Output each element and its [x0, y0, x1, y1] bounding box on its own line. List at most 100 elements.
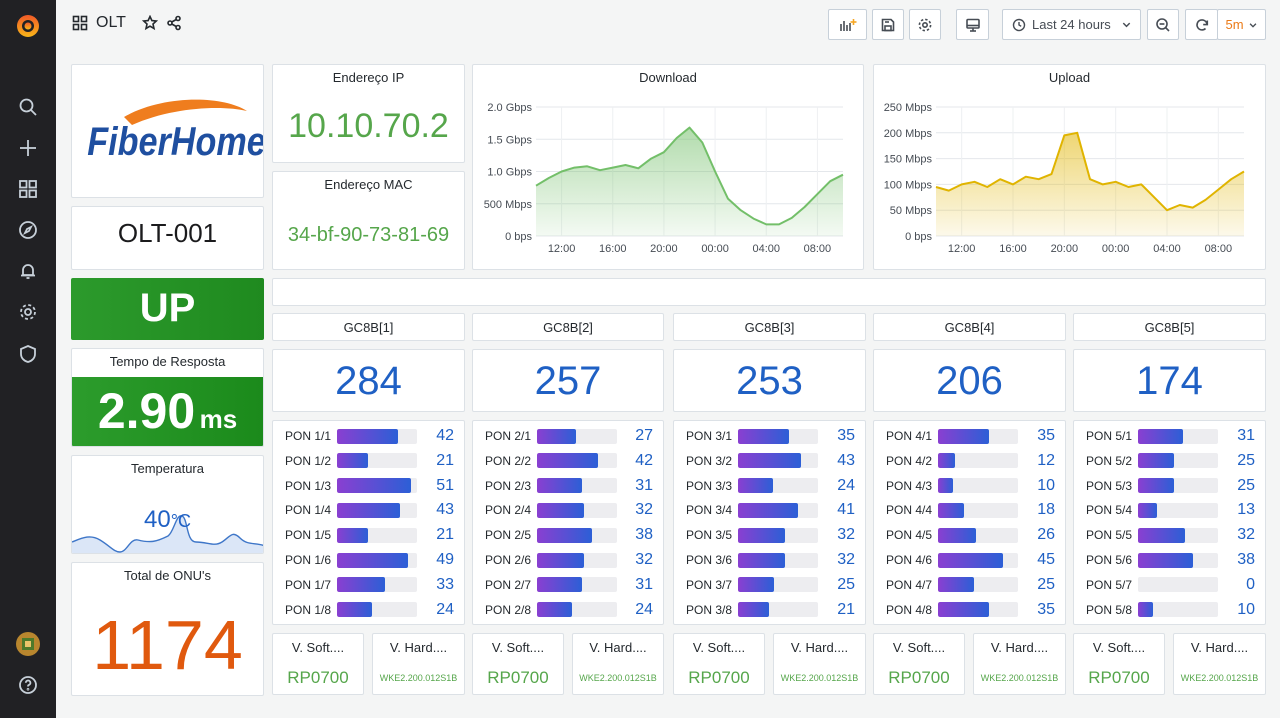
hardware-version-value: WKE2.200.012S1B — [379, 673, 458, 683]
pon-label: PON 5/2 — [1086, 453, 1133, 468]
total-onu-panel: Total de ONU's 1174 — [71, 562, 264, 696]
pon-label: PON 3/6 — [686, 553, 733, 567]
pon-bar — [1138, 602, 1218, 618]
help-icon[interactable] — [16, 673, 40, 697]
hardware-version-title: V. Hard.... — [990, 640, 1049, 655]
pon-value: 35 — [1037, 427, 1055, 444]
pon-label: PON 4/2 — [886, 453, 933, 468]
pon-row: PON 5/8 10 — [1086, 600, 1255, 620]
pon-bar-fill — [938, 602, 989, 618]
dashboard-title[interactable]: OLT — [96, 14, 126, 32]
pon-bar-fill — [738, 428, 789, 444]
pon-bar — [738, 428, 818, 444]
software-version-title: V. Soft.... — [291, 640, 345, 655]
pon-value: 21 — [837, 600, 855, 618]
response-time-unit: ms — [199, 404, 238, 434]
pon-value: 41 — [837, 501, 855, 519]
pon-label: PON 1/1 — [285, 429, 332, 443]
pon-bar — [537, 527, 617, 543]
refresh-interval-picker[interactable]: 5m — [1217, 9, 1266, 40]
y-tick-label: 500 Mbps — [484, 199, 533, 211]
pon-value: 10 — [1037, 476, 1055, 494]
pon-bar — [1138, 527, 1218, 543]
zoom-out-button[interactable] — [1147, 9, 1179, 40]
avatar-icon[interactable] — [16, 632, 40, 656]
pon-value: 35 — [1037, 600, 1055, 618]
temperature-unit: °C — [170, 511, 191, 531]
pon-bar-fill — [738, 602, 769, 618]
time-range-picker[interactable]: Last 24 hours — [1002, 9, 1141, 40]
pon-bar-fill — [537, 577, 583, 593]
pon-bar — [1138, 577, 1218, 593]
dashboard-settings-button[interactable] — [909, 9, 941, 40]
pon-bar-fill — [938, 502, 965, 518]
pon-value: 0 — [1246, 575, 1255, 593]
pon-bar — [537, 552, 617, 568]
pon-value: 25 — [1237, 476, 1255, 494]
y-tick-label: 0 bps — [905, 231, 932, 243]
refresh-icon — [1195, 18, 1208, 31]
board-total-panel: 257 — [472, 349, 664, 412]
board-pon-panel: PON 2/1 27 PON 2/2 42 PON 2/3 31 PON 2/4… — [472, 420, 664, 625]
hardware-version-title: V. Hard.... — [389, 640, 448, 655]
pon-bar — [337, 502, 417, 518]
share-icon[interactable] — [166, 15, 182, 31]
star-icon[interactable] — [141, 15, 158, 31]
save-icon — [881, 18, 895, 31]
plus-icon[interactable] — [16, 136, 40, 160]
pon-row: PON 1/4 43 — [285, 500, 454, 520]
pon-label: PON 1/6 — [285, 553, 332, 567]
software-version-panel: V. Soft.... RP0700 — [472, 633, 564, 695]
pon-bar-fill — [938, 428, 989, 444]
refresh-button[interactable] — [1185, 9, 1218, 40]
hardware-version-title: V. Hard.... — [1190, 640, 1249, 655]
pon-row: PON 4/8 35 — [886, 600, 1055, 620]
upload-chart-panel: Upload 0 bps 50 Mbps 100 Mbps 150 Mbps 200 M… — [873, 64, 1266, 270]
pon-bar — [337, 428, 417, 444]
brand-logo-text: FiberHome — [87, 120, 264, 164]
pon-value: 43 — [837, 451, 855, 469]
pon-bar — [337, 552, 417, 568]
boards-row-header — [272, 278, 1266, 306]
board-name: GC8B[3] — [744, 320, 795, 335]
pon-value: 51 — [436, 476, 454, 494]
hardware-version-panel: V. Hard.... WKE2.200.012S1B — [973, 633, 1066, 695]
software-version-panel: V. Soft.... RP0700 — [673, 633, 765, 695]
pon-bar — [738, 453, 818, 469]
pon-label: PON 2/6 — [485, 553, 532, 567]
pon-bar-fill — [537, 453, 599, 469]
software-version-value: RP0700 — [1088, 668, 1150, 687]
pon-bar-fill — [938, 453, 956, 469]
hardware-version-panel: V. Hard.... WKE2.200.012S1B — [572, 633, 664, 695]
software-version-title: V. Soft.... — [692, 640, 746, 655]
pon-label: PON 1/3 — [285, 478, 332, 493]
dashboards-icon[interactable] — [16, 177, 40, 201]
pon-bar — [537, 478, 617, 494]
download-chart[interactable]: 0 bps 500 Mbps 1.0 Gbps 1.5 Gbps 2.0 Gbps 12:… — [473, 65, 864, 270]
pon-value: 32 — [635, 501, 653, 519]
pon-bar-fill — [337, 527, 368, 543]
shield-icon[interactable] — [16, 342, 40, 366]
pon-label: PON 3/5 — [686, 528, 733, 543]
upload-chart[interactable]: 0 bps 50 Mbps 100 Mbps 150 Mbps 200 Mbps 250 … — [874, 65, 1266, 270]
pon-label: PON 1/5 — [285, 528, 332, 543]
x-tick-label: 00:00 — [701, 243, 729, 255]
x-tick-label: 16:00 — [999, 243, 1027, 255]
grafana-logo-icon[interactable] — [14, 12, 42, 40]
explore-icon[interactable] — [16, 218, 40, 242]
pon-bar — [738, 552, 818, 568]
pon-bar — [537, 577, 617, 593]
search-icon[interactable] — [16, 95, 40, 119]
tv-mode-button[interactable] — [956, 9, 989, 40]
bell-icon[interactable] — [16, 259, 40, 283]
add-panel-button[interactable] — [828, 9, 867, 40]
hardware-version-title: V. Hard.... — [790, 640, 849, 655]
pon-bar-fill — [1138, 478, 1175, 494]
save-dashboard-button[interactable] — [872, 9, 904, 40]
y-tick-label: 1.0 Gbps — [487, 167, 532, 179]
ip-address-title: Endereço IP — [332, 70, 405, 85]
gear-icon[interactable] — [16, 300, 40, 324]
pon-value: 38 — [635, 526, 653, 544]
pon-bar-fill — [337, 502, 400, 518]
pon-value: 25 — [837, 575, 855, 593]
